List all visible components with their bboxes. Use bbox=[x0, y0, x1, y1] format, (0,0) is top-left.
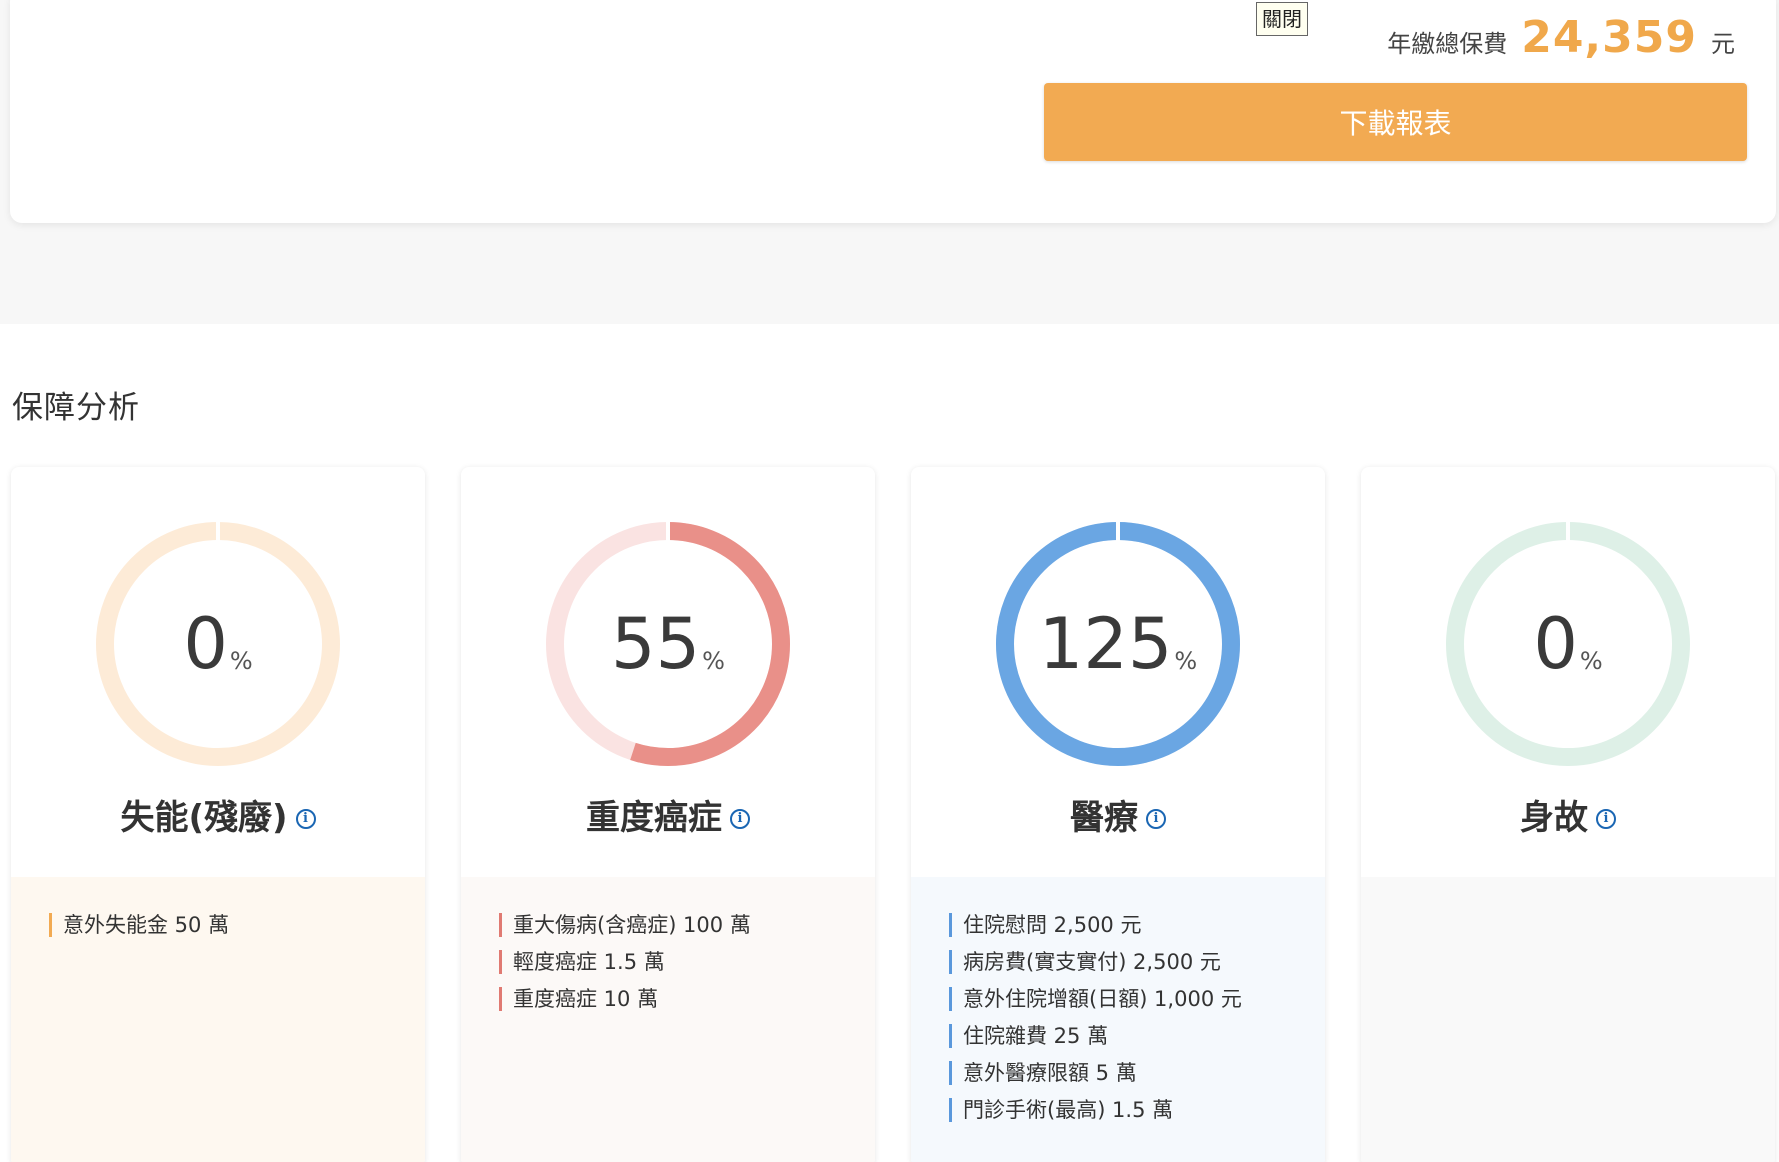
card-title: 重度癌症 bbox=[586, 797, 722, 838]
coverage-cards: 0% 失能(殘廢) i 意外失能金 50 萬 55% 重度癌症 i 重大傷病(含癌症) 100… bbox=[11, 467, 1779, 1162]
section-title: 保障分析 bbox=[12, 390, 140, 426]
coverage-item: 意外住院增額(日額) 1,000 元 bbox=[949, 986, 1325, 1023]
ring-label: 125% bbox=[993, 519, 1243, 769]
ring-value: 0 bbox=[183, 603, 228, 685]
ring-value: 125 bbox=[1038, 603, 1173, 685]
coverage-ring: 0% bbox=[1443, 519, 1693, 769]
coverage-item: 病房費(實支實付) 2,500 元 bbox=[949, 949, 1325, 986]
info-icon[interactable]: i bbox=[295, 809, 316, 829]
coverage-item-list bbox=[1361, 877, 1775, 1162]
ring-percent-sign: % bbox=[1174, 647, 1198, 675]
coverage-card-critical-cancer: 55% 重度癌症 i 重大傷病(含癌症) 100 萬輕度癌症 1.5 萬重度癌症 10… bbox=[461, 467, 875, 1162]
coverage-item: 重度癌症 10 萬 bbox=[499, 986, 875, 1023]
card-title-row: 醫療 i bbox=[911, 789, 1325, 839]
card-title: 身故 bbox=[1520, 797, 1588, 838]
ring-percent-sign: % bbox=[1579, 647, 1603, 675]
coverage-item-list: 重大傷病(含癌症) 100 萬輕度癌症 1.5 萬重度癌症 10 萬 bbox=[461, 877, 875, 1162]
info-icon[interactable]: i bbox=[730, 809, 750, 829]
ring-percent-sign: % bbox=[229, 647, 253, 675]
card-title-row: 重度癌症 i bbox=[461, 789, 875, 839]
coverage-item: 意外醫療限額 5 萬 bbox=[949, 1060, 1325, 1097]
coverage-ring: 0% bbox=[93, 519, 343, 769]
premium-unit: 元 bbox=[1711, 30, 1735, 58]
ring-label: 0% bbox=[1443, 519, 1693, 769]
summary-card: 關閉 年繳總保費 24,359 元 下載報表 bbox=[10, 0, 1776, 223]
close-tooltip[interactable]: 關閉 bbox=[1256, 2, 1308, 36]
premium-label: 年繳總保費 bbox=[1387, 30, 1508, 58]
coverage-item: 重大傷病(含癌症) 100 萬 bbox=[499, 912, 875, 949]
ring-value: 0 bbox=[1533, 603, 1578, 685]
coverage-item-list: 住院慰問 2,500 元病房費(實支實付) 2,500 元意外住院增額(日額) … bbox=[911, 877, 1325, 1162]
coverage-item: 住院慰問 2,500 元 bbox=[949, 912, 1325, 949]
coverage-item: 門診手術(最高) 1.5 萬 bbox=[949, 1097, 1325, 1134]
coverage-item: 意外失能金 50 萬 bbox=[49, 912, 425, 949]
coverage-item: 住院雜費 25 萬 bbox=[949, 1023, 1325, 1060]
coverage-card-medical: 125% 醫療 i 住院慰問 2,500 元病房費(實支實付) 2,500 元意外住院… bbox=[911, 467, 1325, 1162]
coverage-ring: 125% bbox=[993, 519, 1243, 769]
premium-amount: 24,359 bbox=[1521, 12, 1697, 63]
annual-premium: 年繳總保費 24,359 元 bbox=[1387, 12, 1735, 68]
ring-value: 55 bbox=[611, 603, 701, 685]
card-title-row: 失能(殘廢) i bbox=[11, 789, 425, 839]
summary-band: 關閉 年繳總保費 24,359 元 下載報表 bbox=[0, 0, 1779, 324]
coverage-ring: 55% bbox=[543, 519, 793, 769]
info-icon[interactable]: i bbox=[1596, 809, 1616, 829]
coverage-card-death: 0% 身故 i bbox=[1361, 467, 1775, 1162]
info-icon[interactable]: i bbox=[1146, 809, 1166, 829]
card-title: 失能(殘廢) bbox=[120, 797, 288, 838]
ring-percent-sign: % bbox=[702, 647, 725, 675]
card-title: 醫療 bbox=[1070, 797, 1138, 838]
download-report-button[interactable]: 下載報表 bbox=[1044, 83, 1747, 161]
card-title-row: 身故 i bbox=[1361, 789, 1775, 839]
coverage-item-list: 意外失能金 50 萬 bbox=[11, 877, 425, 1162]
coverage-item: 輕度癌症 1.5 萬 bbox=[499, 949, 875, 986]
ring-label: 0% bbox=[93, 519, 343, 769]
coverage-card-disability: 0% 失能(殘廢) i 意外失能金 50 萬 bbox=[11, 467, 425, 1162]
ring-label: 55% bbox=[543, 519, 793, 769]
